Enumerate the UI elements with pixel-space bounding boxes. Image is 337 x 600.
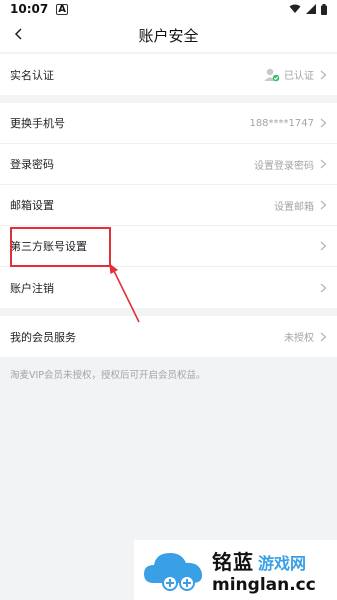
- signal-icon: [306, 4, 316, 14]
- nav-header: 账户安全: [0, 18, 337, 52]
- chevron-right-icon: [320, 70, 327, 79]
- row-email-label: 邮箱设置: [10, 199, 54, 212]
- email-value: 设置邮箱: [274, 201, 314, 213]
- chevron-right-icon: [320, 200, 327, 210]
- watermark-text: 铭蓝 游戏网 minglan.cc: [212, 546, 316, 595]
- chevron-right-icon: [320, 118, 327, 128]
- section-gap: [0, 308, 337, 316]
- status-icons: [289, 3, 327, 15]
- section-identity: 实名认证 已认证: [0, 54, 337, 95]
- app-notification-icon: A: [56, 3, 68, 15]
- section-gap: [0, 95, 337, 103]
- verified-status: 已认证: [264, 67, 314, 82]
- watermark-sub: 游戏网: [258, 553, 307, 573]
- back-button[interactable]: [8, 24, 28, 44]
- vip-status-value: 未授权: [284, 333, 314, 344]
- watermark-url: minglan.cc: [212, 574, 316, 595]
- page-title: 账户安全: [138, 26, 199, 45]
- highlight-box: [10, 227, 111, 267]
- chevron-right-icon: [320, 283, 327, 292]
- row-account-cancel-label: 账户注销: [10, 281, 54, 295]
- wifi-icon: [289, 4, 301, 13]
- status-bar: 10:07 A: [0, 0, 337, 18]
- row-change-phone[interactable]: 更换手机号 188****1747: [0, 103, 337, 144]
- row-change-phone-label: 更换手机号: [10, 117, 65, 130]
- phone-number-value: 188****1747: [249, 117, 314, 129]
- battery-icon: [321, 3, 327, 15]
- row-email[interactable]: 邮箱设置 设置邮箱: [0, 185, 337, 226]
- chevron-right-icon: [320, 159, 327, 169]
- section-vip: 我的会员服务 未授权: [0, 316, 337, 357]
- password-value: 设置登录密码: [254, 160, 314, 172]
- row-vip-service[interactable]: 我的会员服务 未授权: [0, 316, 337, 357]
- chevron-left-icon: [14, 28, 22, 40]
- section-account: 更换手机号 188****1747 登录密码 设置登录密码 邮箱设置 设置邮箱 …: [0, 103, 337, 308]
- watermark: 铭蓝 游戏网 minglan.cc: [134, 540, 337, 600]
- chevron-right-icon: [320, 241, 327, 251]
- row-account-cancel[interactable]: 账户注销: [0, 267, 337, 308]
- vip-note: 淘麦VIP会员未授权，授权后可开启会员权益。: [10, 370, 206, 381]
- verified-user-icon: [264, 68, 280, 81]
- chevron-right-icon: [320, 332, 327, 341]
- verified-text: 已认证: [284, 71, 314, 82]
- row-login-password-label: 登录密码: [10, 158, 54, 171]
- cloud-logo-icon: [144, 553, 203, 591]
- row-vip-service-label: 我的会员服务: [10, 330, 76, 344]
- status-time: 10:07: [10, 2, 49, 16]
- row-realname[interactable]: 实名认证 已认证: [0, 54, 337, 95]
- row-realname-label: 实名认证: [10, 68, 54, 82]
- row-login-password[interactable]: 登录密码 设置登录密码: [0, 144, 337, 185]
- watermark-brand: 铭蓝: [212, 549, 254, 574]
- annotation-arrow: [109, 263, 140, 323]
